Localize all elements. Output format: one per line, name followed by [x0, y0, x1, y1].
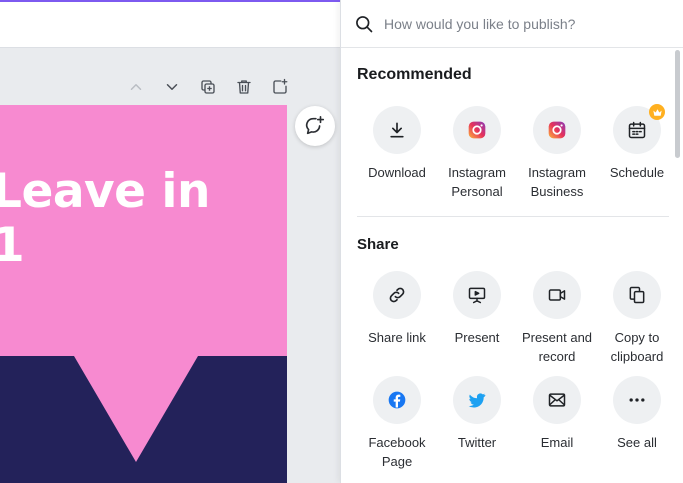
add-page-icon	[273, 78, 288, 94]
instagram-personal-option[interactable]: Instagram Personal	[437, 106, 517, 201]
email-label: Email	[540, 435, 574, 450]
see-all-option[interactable]: See all	[597, 376, 677, 471]
download-option-circle	[373, 106, 421, 154]
instagram-personal-circle	[453, 106, 501, 154]
publish-search-input[interactable]	[384, 15, 664, 32]
twitter-label: Twitter	[457, 435, 497, 450]
instagram-business-circle	[533, 106, 581, 154]
present-circle	[453, 271, 501, 319]
present-option[interactable]: Present	[437, 271, 517, 366]
add-comment-icon	[305, 116, 325, 135]
schedule-label: Schedule	[609, 165, 665, 180]
video-camera-icon	[548, 289, 566, 301]
present-and-record-option[interactable]: Present and record	[517, 271, 597, 366]
copy-to-clipboard-option[interactable]: Copy to clipboard	[597, 271, 677, 366]
share-heading: Share	[357, 236, 399, 253]
more-icon	[629, 398, 645, 402]
copy-to-clipboard-label: Copy to clipboard	[610, 330, 664, 364]
instagram-icon	[468, 121, 486, 139]
present-label: Present	[454, 330, 500, 345]
facebook-page-option[interactable]: Facebook Page	[357, 376, 437, 471]
publish-search-bar	[341, 0, 683, 48]
see-all-label: See all	[617, 435, 657, 450]
download-label: Download	[368, 165, 426, 180]
recommended-heading: Recommended	[357, 66, 472, 83]
chevron-down-icon	[166, 84, 178, 90]
instagram-personal-label: Instagram Personal	[448, 165, 506, 199]
add-page-button[interactable]	[262, 76, 298, 98]
facebook-page-label: Facebook Page	[368, 435, 426, 469]
search-icon	[356, 15, 373, 32]
share-link-circle	[373, 271, 421, 319]
facebook-icon	[388, 391, 406, 409]
calendar-icon	[628, 121, 646, 139]
schedule-option[interactable]: Schedule	[597, 104, 677, 201]
chevron-up-icon	[130, 84, 142, 90]
twitter-option[interactable]: Twitter	[437, 376, 517, 471]
link-icon	[389, 287, 405, 303]
delete-page-icon	[237, 80, 251, 94]
present-and-record-label: Present and record	[521, 330, 593, 364]
publish-panel: Recommended Download Instagram Personal	[340, 0, 683, 483]
duplicate-page-button[interactable]	[190, 76, 226, 98]
page-toolbar	[118, 76, 298, 98]
instagram-business-label: Instagram Business	[528, 165, 586, 199]
share-grid: Share link Present Present and record Co…	[357, 271, 677, 471]
speech-bubble-shape[interactable]	[0, 356, 287, 483]
copy-to-clipboard-circle	[613, 271, 661, 319]
share-link-label: Share link	[368, 330, 426, 345]
crown-icon	[649, 104, 665, 120]
email-option[interactable]: Email	[517, 376, 597, 471]
move-page-down-button[interactable]	[154, 76, 190, 98]
panel-scrollbar[interactable]	[675, 50, 680, 158]
delete-page-button[interactable]	[226, 76, 262, 98]
schedule-option-circle	[613, 104, 665, 154]
duplicate-page-icon	[201, 80, 215, 94]
see-all-circle	[613, 376, 661, 424]
download-option[interactable]: Download	[357, 106, 437, 201]
facebook-page-circle	[373, 376, 421, 424]
add-comment-button[interactable]	[295, 106, 335, 146]
present-and-record-circle	[533, 271, 581, 319]
twitter-circle	[453, 376, 501, 424]
twitter-icon	[468, 393, 486, 408]
move-page-up-button[interactable]	[118, 76, 154, 98]
download-icon	[390, 122, 404, 138]
design-canvas[interactable]: Leave in 1	[0, 105, 287, 483]
design-headline[interactable]: Leave in 1	[0, 165, 211, 273]
share-link-option[interactable]: Share link	[357, 271, 437, 366]
copy-icon	[629, 286, 645, 304]
email-circle	[533, 376, 581, 424]
email-icon	[548, 393, 566, 407]
editor-top-bar	[0, 2, 340, 48]
instagram-business-option[interactable]: Instagram Business	[517, 106, 597, 201]
instagram-icon	[548, 121, 566, 139]
recommended-grid: Download Instagram Personal Instagram Bu…	[357, 104, 677, 201]
present-icon	[468, 287, 486, 304]
section-divider	[357, 216, 669, 217]
